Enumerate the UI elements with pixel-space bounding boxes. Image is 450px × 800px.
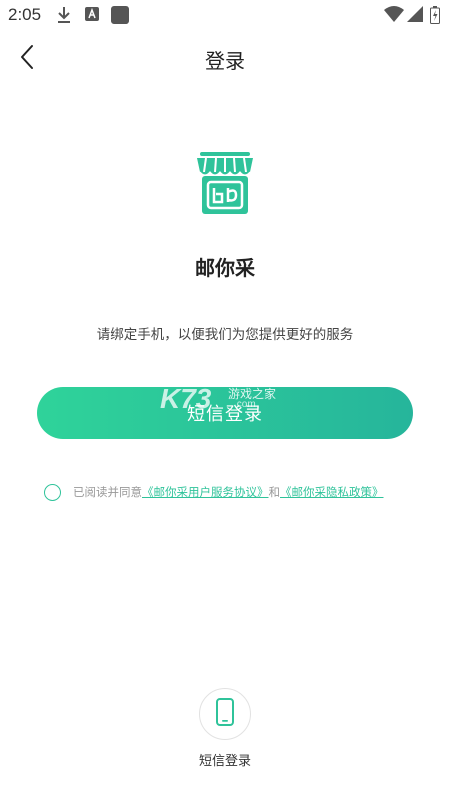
header: 登录 <box>0 36 450 80</box>
square-notification-icon <box>110 6 130 30</box>
status-bar: 2:05 <box>0 0 450 30</box>
app-name: 邮你采 <box>195 256 255 280</box>
phone-icon <box>215 698 235 730</box>
sms-login-button[interactable]: 短信登录 <box>37 387 413 439</box>
agreement-connector: 和 <box>268 485 281 499</box>
battery-icon <box>430 6 440 28</box>
app-notification-icon <box>84 6 100 26</box>
sms-login-option-label: 短信登录 <box>198 754 251 769</box>
download-icon <box>56 6 72 28</box>
status-time: 2:05 <box>8 5 42 24</box>
agreement-row: 已阅读并同意 《邮你采用户服务协议》 和 《邮你采隐私政策》 <box>44 482 384 502</box>
page-title: 登录 <box>205 49 245 73</box>
user-agreement-link[interactable]: 《邮你采用户服务协议》 <box>142 484 269 500</box>
agreement-prefix: 已阅读并同意 <box>73 485 142 499</box>
wifi-icon <box>384 6 404 26</box>
privacy-policy-link[interactable]: 《邮你采隐私政策》 <box>280 484 384 500</box>
sms-login-option-circle[interactable] <box>199 688 251 740</box>
agreement-checkbox[interactable] <box>44 483 61 501</box>
sms-login-option[interactable]: 短信登录 <box>185 688 265 772</box>
shop-logo-icon <box>194 148 256 216</box>
sms-login-label: 短信登录 <box>187 404 263 425</box>
signal-icon <box>407 6 423 26</box>
subtitle-text: 请绑定手机，以便我们为您提供更好的服务 <box>96 327 354 343</box>
